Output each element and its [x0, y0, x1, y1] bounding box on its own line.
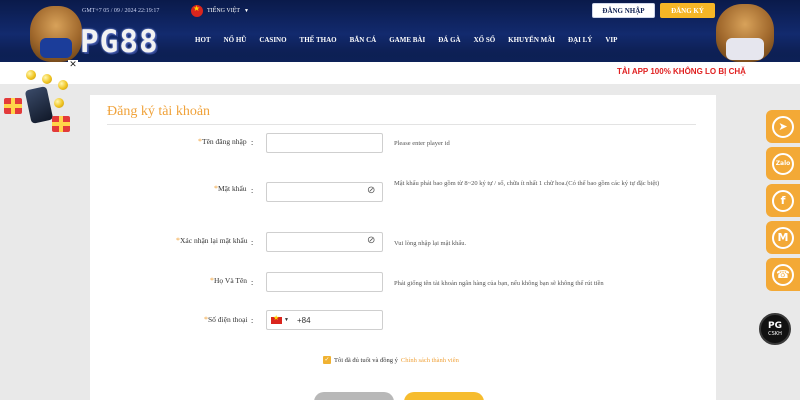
gift-icon: [52, 116, 70, 132]
confirm-password-label: *Xác nhận lại mật khẩu: [176, 236, 247, 245]
nav-item-khuyen-mai[interactable]: KHUYẾN MÃI: [508, 36, 555, 44]
mascot-right-image: [716, 4, 774, 62]
nav-item-no-hu[interactable]: NỔ HŨ: [224, 36, 247, 44]
chevron-down-icon[interactable]: ▼: [284, 318, 289, 323]
announcement-marquee: TẢI APP 100% KHÔNG LO BỊ CHẶ: [0, 62, 800, 84]
coin-icon: [26, 70, 36, 80]
facebook-icon: f: [772, 189, 794, 212]
phone-input[interactable]: ▼ +84: [266, 310, 383, 330]
colon: :: [251, 138, 254, 147]
main-nav: HOT NỔ HŨ CASINO THỂ THAO BẮN CÁ GAME BÀ…: [195, 36, 630, 44]
nav-item-ban-ca[interactable]: BẮN CÁ: [350, 36, 377, 44]
username-input[interactable]: [266, 133, 383, 153]
password-label-text: Mật khẩu: [218, 184, 247, 193]
confirm-password-input[interactable]: ⊘: [266, 232, 383, 252]
telegram-button[interactable]: ➤: [766, 110, 800, 143]
gmail-button[interactable]: M: [766, 221, 800, 254]
full-name-label-text: Họ Và Tên: [214, 276, 248, 285]
gift-icon: [4, 98, 22, 114]
telegram-icon: ➤: [772, 115, 794, 138]
full-name-input[interactable]: [266, 272, 383, 292]
nav-item-the-thao[interactable]: THỂ THAO: [300, 36, 337, 44]
eye-off-icon[interactable]: ⊘: [367, 236, 377, 246]
nav-item-hot[interactable]: HOT: [195, 36, 211, 44]
password-hint: Mật khẩu phải bao gồm từ 8~20 ký tự / số…: [394, 180, 660, 187]
username-label-text: Tên đăng nhập: [202, 137, 247, 146]
terms-link[interactable]: Chính sách thành viên: [401, 357, 459, 364]
terms-checkbox[interactable]: ✓: [323, 356, 331, 364]
phone-label: *Số điện thoại: [204, 315, 248, 324]
terms-agreement: ✓ Tôi đã đủ tuổi và đồng ý Chính sách th…: [323, 356, 459, 364]
login-button[interactable]: ĐĂNG NHẬP: [592, 3, 655, 18]
app-download-promo[interactable]: [2, 68, 74, 140]
vietnam-flag-icon[interactable]: [271, 314, 282, 324]
coin-icon: [54, 98, 64, 108]
username-hint: Please enter player id: [394, 140, 450, 147]
title-divider: [107, 124, 696, 125]
coin-icon: [58, 80, 68, 90]
colon: :: [251, 238, 254, 247]
mascot-left-image: [30, 6, 82, 62]
nav-item-casino[interactable]: CASINO: [259, 36, 286, 44]
submit-button[interactable]: [404, 392, 484, 400]
zalo-icon: Zalo: [772, 152, 794, 175]
form-title: Đăng ký tài khoản: [107, 104, 211, 119]
header-datetime: GMT+7 05 / 09 / 2024 22:19:17: [82, 8, 160, 14]
coin-icon: [42, 74, 52, 84]
confirm-password-label-text: Xác nhận lại mật khẩu: [180, 236, 248, 245]
language-label: TIẾNG VIỆT: [207, 8, 241, 14]
support-icon: ☎: [772, 263, 794, 286]
cskh-label: CSKH: [768, 330, 782, 337]
site-logo[interactable]: PG88: [80, 24, 159, 60]
site-header: GMT+7 05 / 09 / 2024 22:19:17 PG88 TIẾNG…: [0, 0, 800, 62]
colon: :: [251, 278, 254, 287]
nav-item-xo-so[interactable]: XỔ SỐ: [474, 36, 496, 44]
terms-text: Tôi đã đủ tuổi và đồng ý: [334, 356, 398, 364]
language-selector[interactable]: TIẾNG VIỆT ▼: [191, 4, 249, 17]
chevron-down-icon: ▼: [244, 8, 249, 14]
password-input[interactable]: ⊘: [266, 182, 383, 202]
nav-item-da-ga[interactable]: ĐÁ GÀ: [438, 36, 460, 44]
facebook-button[interactable]: f: [766, 184, 800, 217]
username-label: *Tên đăng nhập: [198, 137, 247, 146]
full-name-label: *Họ Và Tên: [210, 276, 247, 285]
confirm-password-hint: Vui lòng nhập lại mật khẩu.: [394, 240, 467, 247]
nav-item-dai-ly[interactable]: ĐẠI LÝ: [568, 36, 592, 44]
gmail-icon: M: [772, 226, 794, 249]
marquee-text: TẢI APP 100% KHÔNG LO BỊ CHẶ: [617, 67, 746, 76]
dial-code: +84: [296, 315, 311, 325]
password-label: *Mật khẩu: [214, 184, 247, 193]
phone-icon: [24, 86, 54, 124]
colon: :: [251, 316, 254, 325]
register-button[interactable]: ĐĂNG KÝ: [660, 3, 715, 18]
register-form-card: Đăng ký tài khoản *Tên đăng nhập : Pleas…: [90, 95, 716, 400]
phone-label-text: Số điện thoại: [208, 315, 248, 324]
eye-off-icon[interactable]: ⊘: [367, 186, 377, 196]
full-name-hint: Phải giống tên tài khoản ngân hàng của b…: [394, 280, 604, 287]
nav-item-game-bai[interactable]: GAME BÀI: [389, 36, 425, 44]
customer-support-button[interactable]: PG CSKH: [759, 313, 791, 345]
back-button[interactable]: [314, 392, 394, 400]
zalo-button[interactable]: Zalo: [766, 147, 800, 180]
colon: :: [251, 186, 254, 195]
support-button[interactable]: ☎: [766, 258, 800, 291]
nav-item-vip[interactable]: VIP: [605, 36, 617, 44]
close-icon[interactable]: ✕: [68, 60, 78, 70]
cskh-logo-text: PG: [768, 320, 782, 331]
vietnam-flag-icon: [191, 4, 203, 17]
